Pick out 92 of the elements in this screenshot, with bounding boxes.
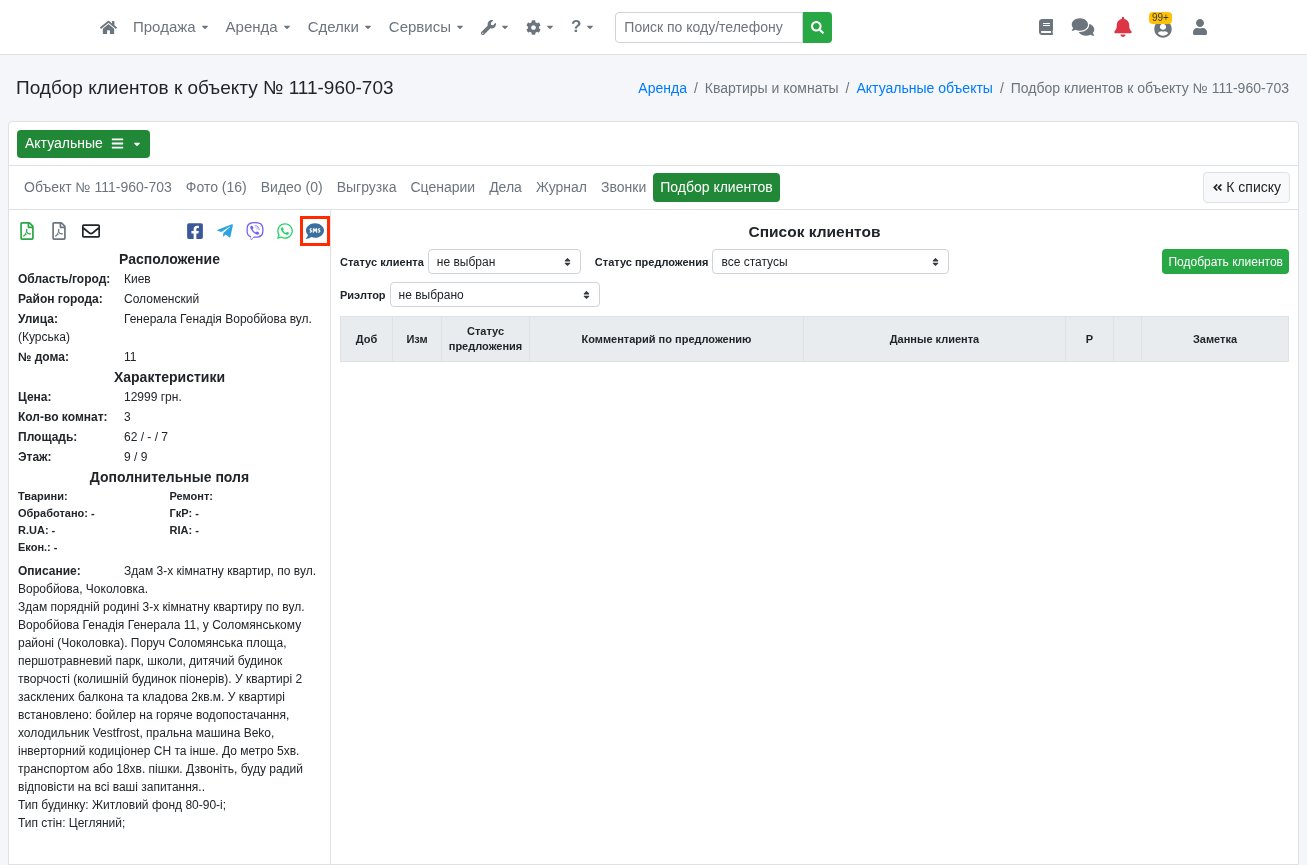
field-value: 9 / 9 <box>124 449 148 466</box>
chat-icon[interactable] <box>1071 17 1095 37</box>
status-select[interactable]: все статусы <box>712 249 950 275</box>
book-icon[interactable] <box>1039 19 1053 35</box>
field-label: Площадь: <box>18 429 79 446</box>
column-header: Заметка <box>1141 316 1289 362</box>
sort-arrows-icon <box>931 256 941 267</box>
filter-label: Статус предложения <box>594 254 709 270</box>
description-text: Тип будинку: Житловий фонд 80-90-і; <box>18 797 228 814</box>
field-value: 3 <box>124 409 131 426</box>
page-title: Подбор клиентов к объекту № 111-960-703 <box>16 75 394 100</box>
filter-label: Статус клиента <box>340 254 424 270</box>
description-text: Тип стін: Цегляний; <box>18 815 127 832</box>
double-chevron-left-icon <box>1212 182 1224 193</box>
notification-badge: 99+ <box>1149 12 1172 24</box>
menu-icon <box>110 137 124 150</box>
nav-menu[interactable]: Продажа <box>125 15 218 39</box>
extra-field: Ремонт: <box>169 488 321 505</box>
breadcrumb-item: Подбор клиентов к объекту № 111-960-703 <box>1010 78 1289 98</box>
tab[interactable]: Подбор клиентов <box>653 173 780 202</box>
search-field[interactable]: Поиск по коду/телефону <box>615 11 804 43</box>
facebook-icon[interactable] <box>186 222 204 240</box>
description-text: Описание: Здам 3-х кімнатну квартир, по вул. Воробйова, Чоколовка. <box>18 563 317 598</box>
section-title: Расположение <box>118 250 221 268</box>
field-label: Этаж: <box>18 449 53 466</box>
breadcrumb-link[interactable]: Аренда <box>638 77 687 99</box>
tab[interactable]: Дела <box>482 173 529 202</box>
field-value: Киев <box>124 271 151 288</box>
tab[interactable]: Журнал <box>528 173 594 202</box>
status-select[interactable]: не выбран <box>427 249 581 275</box>
breadcrumb-separator: / <box>844 78 851 98</box>
column-header: Комментарий по предложению <box>529 316 804 362</box>
match-clients-button[interactable]: Подобрать клиентов <box>1162 249 1289 275</box>
nav-menu[interactable]: Сделки <box>299 15 381 39</box>
tab[interactable]: Звонки <box>594 173 654 202</box>
nav-menu[interactable]: Аренда <box>217 15 300 39</box>
field-label: Район города: <box>18 291 104 308</box>
extra-field: Обработано: - <box>18 505 170 522</box>
tab[interactable]: Сценарии <box>403 173 483 202</box>
extra-field: ГкР: - <box>169 505 321 522</box>
breadcrumb-separator: / <box>998 78 1005 98</box>
search-button[interactable] <box>803 11 833 43</box>
section-title: Характеристики <box>112 368 227 386</box>
filter-label: Риэлтор <box>340 287 386 303</box>
field-value: Соломенский <box>124 291 200 308</box>
field-label: Область/город: <box>18 271 112 288</box>
pdf-file-icon[interactable] <box>18 222 36 240</box>
settings-icon <box>525 19 541 35</box>
nav-menu[interactable]: Сервисы <box>380 15 473 39</box>
extra-field: RIA: - <box>169 522 321 539</box>
column-header: Данные клиента <box>803 316 1066 362</box>
breadcrumb-link[interactable]: Актуальные объекты <box>856 77 993 99</box>
sort-arrows-icon <box>581 289 591 300</box>
back-to-list-button[interactable]: К списку <box>1203 172 1290 203</box>
tab[interactable]: Объект № 111-960-703 <box>17 173 179 202</box>
description-text: Здам порядній родині 3-х кімнатну квартиру по вул. Воробйова Генадія Генерала 11, у Соломянському районі (Чоколовка). Поруч Соломянська площа, першотравневий парк, школи, дитячий будинок творчості (колишній будинок піонерів). У квартирі 2 засклених балкона та кладова 2кв.м. У квартирі встановлено: бойлер на горяче водопостачання, холодильник Vestfrost, пральна машина Beko, інверторний кодиціонер CH та інше. До метро 5хв. транспортом або 18хв. пішки. Дзвоніть, буду радий відповісти на всі ваші запитання.. <box>18 599 306 796</box>
notification-bell-icon[interactable] <box>1113 17 1133 37</box>
column-header: Изм <box>392 316 442 362</box>
sms-icon[interactable] <box>306 222 324 240</box>
help-menu[interactable]: ? <box>562 14 604 40</box>
status-select[interactable]: не выбрано <box>389 282 600 308</box>
column-header: Статус предложения <box>441 316 530 362</box>
sort-arrows-icon <box>562 256 572 267</box>
field-label: Кол-во комнат: <box>18 409 109 426</box>
filter-dropdown-button[interactable]: Актуальные <box>17 129 150 158</box>
extra-field: R.UA: - <box>18 522 170 539</box>
tab[interactable]: Выгрузка <box>329 173 404 202</box>
field-value: (Курська) <box>18 329 71 346</box>
field-label: Цена: <box>18 389 53 406</box>
column-header: Р <box>1065 316 1114 362</box>
section-title: Дополнительные поля <box>88 468 251 486</box>
viber-icon[interactable] <box>246 222 264 240</box>
telegram-icon[interactable] <box>216 222 234 240</box>
envelope-icon[interactable] <box>82 222 100 240</box>
breadcrumb-item: Квартиры и комнаты <box>704 78 839 98</box>
wrench-icon <box>480 19 496 35</box>
field-value: 12999 грн. <box>124 389 182 406</box>
pdf-file-icon[interactable] <box>50 222 68 240</box>
breadcrumb-separator: / <box>692 78 699 98</box>
field-value: Генерала Генадія Воробйова вул. <box>124 311 312 328</box>
clients-list-title: Список клиентов <box>747 222 882 242</box>
column-header: Доб <box>340 316 393 362</box>
field-label: № дома: <box>18 349 70 366</box>
tab[interactable]: Фото (16) <box>178 173 254 202</box>
field-value: 11 <box>124 349 137 366</box>
field-value: 62 / - / 7 <box>124 429 169 446</box>
tab[interactable]: Видео (0) <box>253 173 330 202</box>
extra-field: Тварини: <box>18 488 170 505</box>
extra-field: Екон.: - <box>18 539 170 556</box>
search-icon <box>811 20 825 34</box>
field-label: Улица: <box>18 311 59 328</box>
user-icon[interactable] <box>1193 19 1207 35</box>
